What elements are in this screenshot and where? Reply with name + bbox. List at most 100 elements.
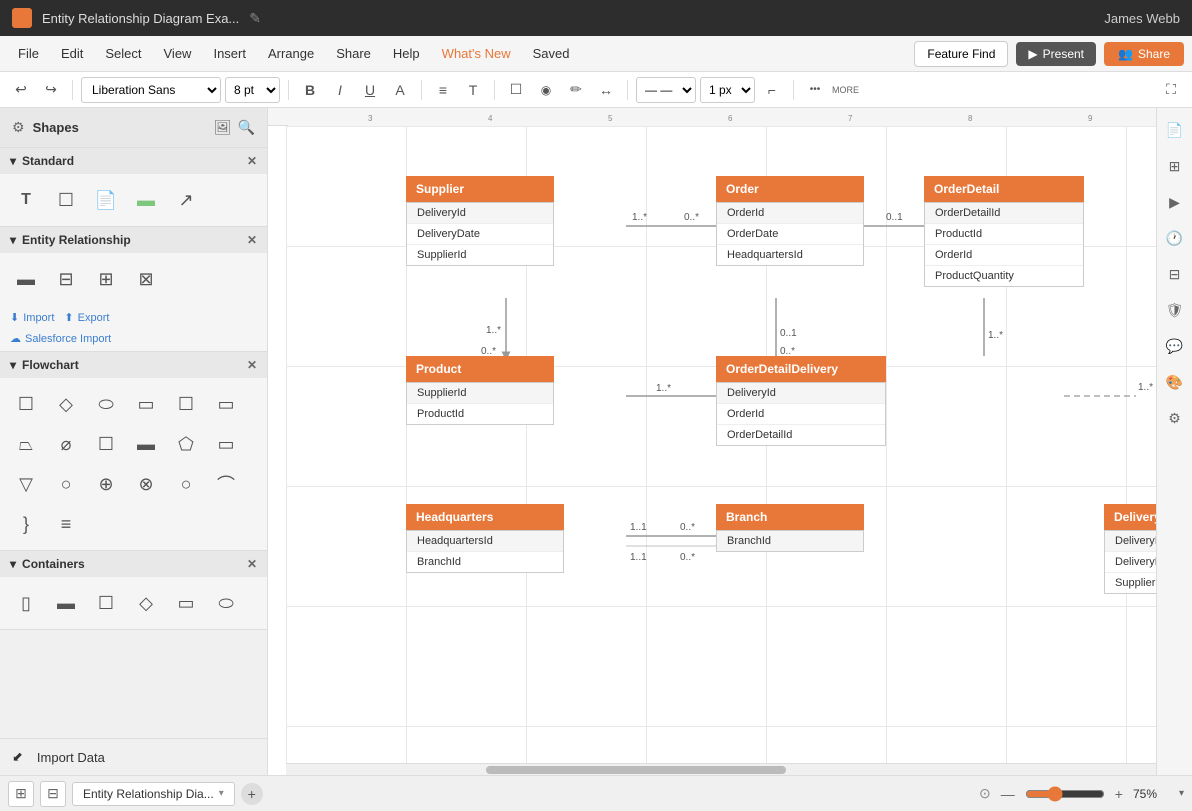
er-section-header[interactable]: ▾ Entity Relationship ✕	[0, 227, 267, 253]
grid-view-button[interactable]: ⊞	[8, 781, 34, 807]
entity-branch[interactable]: Branch BranchId	[716, 504, 864, 552]
er-shape-2[interactable]: ⊟	[48, 261, 84, 297]
ct-oval[interactable]: ⬭	[208, 585, 244, 621]
menu-view[interactable]: View	[154, 42, 202, 65]
image-icon[interactable]: 🖼	[214, 119, 232, 136]
fc-pentagon[interactable]: ⬠	[168, 426, 204, 462]
entity-odd[interactable]: OrderDetailDelivery DeliveryId OrderId O…	[716, 356, 886, 446]
feature-find-button[interactable]: Feature Find	[914, 41, 1008, 67]
fc-rect2[interactable]: ☐	[168, 386, 204, 422]
font-color-button[interactable]: A	[387, 77, 413, 103]
import-button[interactable]: ⬇ Import	[10, 311, 54, 324]
right-panel-video[interactable]: ▶	[1161, 188, 1189, 216]
document-title[interactable]: Entity Relationship Diagram Exa...	[42, 11, 239, 26]
undo-button[interactable]: ↩	[8, 77, 34, 103]
right-panel-tools[interactable]: ⚙	[1161, 404, 1189, 432]
containers-close-icon[interactable]: ✕	[247, 557, 257, 571]
fc-diamond[interactable]: ◇	[48, 386, 84, 422]
standard-close-icon[interactable]: ✕	[247, 154, 257, 168]
export-button[interactable]: ⬆ Export	[64, 311, 109, 324]
redo-button[interactable]: ↪	[38, 77, 64, 103]
line-color-button[interactable]: ✏	[563, 77, 589, 103]
ct-square[interactable]: ☐	[88, 585, 124, 621]
fc-rect5[interactable]: ▬	[128, 426, 164, 462]
menu-share[interactable]: Share	[326, 42, 381, 65]
fc-curved[interactable]: ⌒	[208, 466, 244, 502]
ct-wide[interactable]: ▬	[48, 585, 84, 621]
fc-lines[interactable]: ≡	[48, 506, 84, 542]
share-button[interactable]: 👥 Share	[1104, 42, 1184, 66]
entity-product[interactable]: Product SupplierId ProductId	[406, 356, 554, 425]
arrow-shape[interactable]: ↗	[168, 182, 204, 218]
zoom-dropdown-icon[interactable]: ▾	[1179, 788, 1184, 799]
canvas-area[interactable]: 3 4 5 6 7 8 9 1..* 0..* 1..* 0..*	[268, 108, 1156, 775]
more-button[interactable]: •••	[802, 77, 828, 103]
list-view-button[interactable]: ⊟	[40, 781, 66, 807]
fill-color-button[interactable]: ◉	[533, 77, 559, 103]
line-style-selector[interactable]: — — ———	[636, 77, 696, 103]
fc-cross[interactable]: ⊕	[88, 466, 124, 502]
fc-circle[interactable]: ○	[48, 466, 84, 502]
entity-headquarters[interactable]: Headquarters HeadquartersId BranchId	[406, 504, 564, 573]
menu-help[interactable]: Help	[383, 42, 430, 65]
fc-oval[interactable]: ⬭	[88, 386, 124, 422]
er-shape-4[interactable]: ⊠	[128, 261, 164, 297]
entity-order[interactable]: Order OrderId OrderDate HeadquartersId	[716, 176, 864, 266]
right-panel-layers[interactable]: ⊟	[1161, 260, 1189, 288]
menu-whats-new[interactable]: What's New	[432, 42, 521, 65]
zoom-in-button[interactable]: +	[1111, 784, 1127, 804]
edit-title-icon[interactable]: ✎	[249, 10, 261, 27]
entity-delivery[interactable]: Delivery DeliveryId DeliveryDate Supplie…	[1104, 504, 1156, 594]
menu-insert[interactable]: Insert	[203, 42, 256, 65]
containers-section-header[interactable]: ▾ Containers ✕	[0, 551, 267, 577]
zoom-slider[interactable]	[1025, 786, 1105, 802]
right-panel-grid[interactable]: ⊞	[1161, 152, 1189, 180]
right-panel-pages[interactable]: 📄	[1161, 116, 1189, 144]
line-width-selector[interactable]: 1 px 2 px 3 px	[700, 77, 755, 103]
scrollbar-thumb-h[interactable]	[486, 766, 786, 774]
add-page-button[interactable]: +	[241, 783, 263, 805]
underline-button[interactable]: U	[357, 77, 383, 103]
page-tab[interactable]: Entity Relationship Dia... ▾	[72, 782, 235, 806]
entity-order-detail[interactable]: OrderDetail OrderDetailId ProductId Orde…	[924, 176, 1084, 287]
menu-saved[interactable]: Saved	[523, 42, 580, 65]
horizontal-scrollbar[interactable]	[286, 763, 1156, 775]
diagram-canvas[interactable]: 1..* 0..* 1..* 0..* 1..1 0..1 0..1 0..* …	[286, 126, 1156, 775]
import-data-button[interactable]: ⬋ Import Data	[0, 738, 267, 775]
right-panel-palette[interactable]: 🎨	[1161, 368, 1189, 396]
right-panel-shield[interactable]: 🛡	[1161, 296, 1189, 324]
fill-style-button[interactable]: ☐	[503, 77, 529, 103]
menu-edit[interactable]: Edit	[51, 42, 93, 65]
fc-circle2[interactable]: ○	[168, 466, 204, 502]
right-panel-chat[interactable]: 💬	[1161, 332, 1189, 360]
font-selector[interactable]: Liberation Sans	[81, 77, 221, 103]
fc-triangle[interactable]: ▽	[8, 466, 44, 502]
right-panel-clock[interactable]: 🕐	[1161, 224, 1189, 252]
salesforce-import[interactable]: ☁ Salesforce Import	[0, 330, 267, 351]
entity-supplier[interactable]: Supplier DeliveryId DeliveryDate Supplie…	[406, 176, 554, 266]
ct-diamond[interactable]: ◇	[128, 585, 164, 621]
ct-rounded[interactable]: ▭	[168, 585, 204, 621]
waypoint-button[interactable]: ⌐	[759, 77, 785, 103]
fc-x-circle[interactable]: ⊗	[128, 466, 164, 502]
bold-button[interactable]: B	[297, 77, 323, 103]
flowchart-section-header[interactable]: ▾ Flowchart ✕	[0, 352, 267, 378]
menu-arrange[interactable]: Arrange	[258, 42, 324, 65]
er-shape-1[interactable]: ▬	[8, 261, 44, 297]
font-size-selector[interactable]: 8 pt 10 pt 12 pt	[225, 77, 280, 103]
er-close-icon[interactable]: ✕	[247, 233, 257, 247]
ct-tall[interactable]: ▯	[8, 585, 44, 621]
flowchart-close-icon[interactable]: ✕	[247, 358, 257, 372]
search-icon[interactable]: 🔍	[238, 119, 255, 136]
zoom-out-button[interactable]: —	[997, 784, 1019, 804]
present-button[interactable]: ▶ Present	[1016, 42, 1096, 66]
italic-button[interactable]: I	[327, 77, 353, 103]
text-shape[interactable]: T	[8, 182, 44, 218]
fc-cylinder[interactable]: ⌀	[48, 426, 84, 462]
fc-trapezoid[interactable]: ⏢	[8, 426, 44, 462]
standard-section-header[interactable]: ▾ Standard ✕	[0, 148, 267, 174]
menu-select[interactable]: Select	[95, 42, 151, 65]
align-button[interactable]: ≡	[430, 77, 456, 103]
fc-rect[interactable]: ☐	[8, 386, 44, 422]
text-format-button[interactable]: T	[460, 77, 486, 103]
